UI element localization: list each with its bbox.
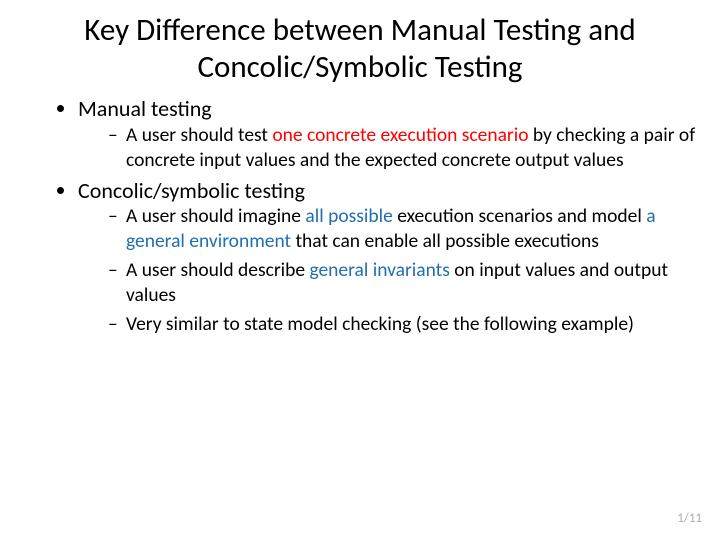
bullet-list: Manual testing A user should test one co… bbox=[22, 95, 698, 337]
text: A user should imagine bbox=[126, 204, 305, 228]
sub-item: Very similar to state model checking (se… bbox=[108, 312, 698, 337]
bullet-label: Manual testing bbox=[78, 95, 212, 122]
page-number: 1/11 bbox=[677, 511, 702, 526]
slide-title: Key Difference between Manual Testing an… bbox=[22, 12, 698, 85]
text: execution scenarios and model bbox=[393, 204, 646, 228]
highlight-blue: general invariants bbox=[309, 258, 449, 282]
text: that can enable all possible executions bbox=[291, 229, 599, 253]
text: Very similar to state model checking (se… bbox=[126, 312, 634, 336]
highlight-blue: all possible bbox=[305, 204, 392, 228]
sub-list: A user should test one concrete executio… bbox=[78, 123, 698, 173]
highlight-red: one concrete execution scenario bbox=[272, 123, 528, 147]
sub-item: A user should test one concrete executio… bbox=[108, 123, 698, 173]
text: A user should describe bbox=[126, 258, 309, 282]
text: A user should test bbox=[126, 123, 272, 147]
bullet-concolic-testing: Concolic/symbolic testing A user should … bbox=[78, 177, 698, 337]
bullet-label: Concolic/symbolic testing bbox=[78, 177, 305, 204]
bullet-manual-testing: Manual testing A user should test one co… bbox=[78, 95, 698, 172]
sub-list: A user should imagine all possible execu… bbox=[78, 204, 698, 337]
sub-item: A user should imagine all possible execu… bbox=[108, 204, 698, 254]
slide: Key Difference between Manual Testing an… bbox=[0, 0, 720, 337]
sub-item: A user should describe general invariant… bbox=[108, 258, 698, 308]
